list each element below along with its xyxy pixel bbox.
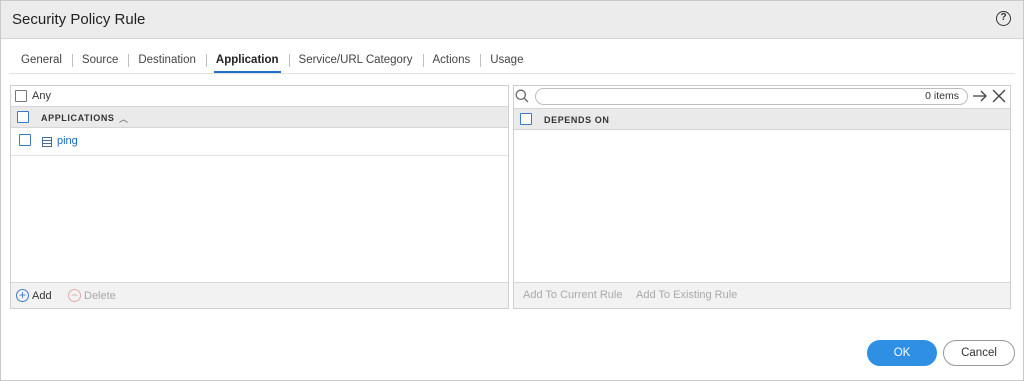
depends-on-panel: 0 items DEPENDS ON Add To Current Rule A…: [513, 85, 1011, 309]
tab-actions[interactable]: Actions: [422, 53, 481, 73]
search-input[interactable]: 0 items: [535, 88, 968, 105]
applications-grid-header: APPLICATIONS ︿: [11, 106, 508, 128]
delete-button[interactable]: − Delete: [68, 289, 116, 302]
delete-circle-icon: −: [68, 289, 81, 302]
items-count: 0 items: [925, 90, 959, 102]
applications-footer: + Add − Delete: [11, 282, 508, 308]
any-row: Any: [11, 86, 508, 106]
tab-general[interactable]: General: [13, 53, 72, 73]
tab-divider: [9, 73, 1015, 74]
any-checkbox[interactable]: [15, 90, 27, 102]
application-link-ping[interactable]: ping: [57, 135, 78, 147]
applications-panel: Any APPLICATIONS ︿ ping + Add − Delete: [10, 85, 509, 309]
tab-source[interactable]: Source: [71, 53, 128, 73]
cancel-button[interactable]: Cancel: [943, 340, 1015, 366]
arrow-right-icon[interactable]: [972, 88, 988, 104]
select-all-applications-checkbox[interactable]: [17, 111, 29, 123]
applications-column-header[interactable]: APPLICATIONS: [41, 113, 115, 123]
tab-usage[interactable]: Usage: [480, 53, 533, 73]
help-icon[interactable]: ?: [996, 11, 1011, 26]
any-label: Any: [32, 90, 51, 102]
select-all-depends-checkbox[interactable]: [520, 113, 532, 125]
add-circle-icon: +: [16, 289, 29, 302]
dialog-titlebar: Security Policy Rule ?: [1, 1, 1023, 39]
chevron-up-icon[interactable]: ︿: [119, 112, 128, 125]
dialog-title: Security Policy Rule: [12, 11, 146, 28]
search-icon: [515, 89, 529, 103]
tab-bar: General Source Destination Application S…: [13, 53, 533, 73]
tab-destination[interactable]: Destination: [128, 53, 206, 73]
delete-label: Delete: [84, 289, 116, 302]
ok-button[interactable]: OK: [867, 340, 937, 366]
depends-on-grid-header: DEPENDS ON: [514, 108, 1010, 130]
close-icon[interactable]: [992, 89, 1006, 103]
add-to-existing-rule-button[interactable]: Add To Existing Rule: [636, 289, 737, 301]
security-policy-rule-dialog: Security Policy Rule ? General Source De…: [0, 0, 1024, 381]
add-label: Add: [32, 289, 52, 302]
table-row[interactable]: ping: [11, 129, 508, 156]
depends-on-footer: Add To Current Rule Add To Existing Rule: [514, 282, 1010, 308]
tab-service-url-category[interactable]: Service/URL Category: [288, 53, 423, 73]
depends-on-column-header[interactable]: DEPENDS ON: [544, 115, 610, 125]
tab-application[interactable]: Application: [205, 53, 289, 73]
row-checkbox[interactable]: [19, 134, 31, 146]
application-list-icon: [42, 137, 52, 147]
add-to-current-rule-button[interactable]: Add To Current Rule: [523, 289, 622, 301]
add-button[interactable]: + Add: [16, 289, 52, 302]
